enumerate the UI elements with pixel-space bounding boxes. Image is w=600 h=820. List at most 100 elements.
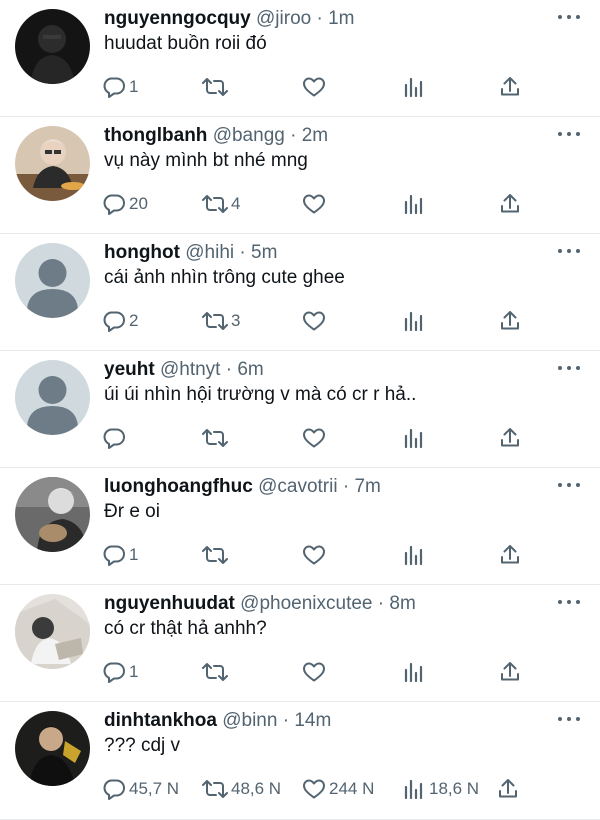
retweet-count: 4 — [231, 194, 241, 213]
avatar[interactable] — [15, 9, 90, 84]
display-name[interactable]: nguyenhuudat — [104, 593, 235, 614]
avatar[interactable] — [15, 711, 90, 786]
reply-count: 2 — [129, 311, 139, 330]
reply-button[interactable]: 1 — [102, 540, 138, 570]
reply-count: 20 — [129, 194, 148, 213]
retweet-button[interactable] — [202, 72, 231, 102]
display-name[interactable]: nguyenngocquy — [104, 8, 251, 29]
retweet-button[interactable]: 3 — [202, 306, 240, 336]
avatar[interactable] — [15, 243, 90, 318]
share-button[interactable] — [498, 72, 522, 102]
tweet[interactable]: nguyenhuudat @phoenixcutee · 8m có cr th… — [0, 585, 600, 702]
views-button[interactable] — [402, 657, 429, 687]
views-button[interactable] — [402, 72, 429, 102]
avatar[interactable] — [15, 477, 90, 552]
username[interactable]: @bangg — [213, 125, 285, 146]
reply-button[interactable]: 1 — [102, 657, 138, 687]
display-name[interactable]: luonghoangfhuc — [104, 476, 253, 497]
like-button[interactable] — [302, 423, 329, 453]
separator-dot: · — [342, 476, 350, 497]
reply-button[interactable]: 1 — [102, 72, 138, 102]
reply-count: 1 — [129, 662, 139, 681]
like-button[interactable] — [302, 306, 329, 336]
more-icon[interactable] — [558, 477, 580, 493]
retweet-button[interactable] — [202, 423, 231, 453]
display-name[interactable]: honghot — [104, 242, 180, 263]
display-name[interactable]: thonglbanh — [104, 125, 207, 146]
retweet-button[interactable] — [202, 657, 231, 687]
timestamp[interactable]: 2m — [302, 125, 328, 146]
tweet-text: có cr thật hả anhh? — [104, 618, 267, 639]
reply-button[interactable] — [102, 423, 129, 453]
display-name[interactable]: dinhtankhoa — [104, 710, 217, 731]
views-button[interactable] — [402, 423, 429, 453]
reply-button[interactable]: 20 — [102, 189, 148, 219]
tweet-header: honghot @hihi · 5m — [104, 240, 277, 266]
username[interactable]: @jiroo — [256, 8, 311, 29]
like-button[interactable] — [302, 540, 329, 570]
share-icon — [501, 77, 519, 96]
retweet-count: 48,6 N — [231, 779, 282, 798]
timestamp[interactable]: 14m — [294, 710, 331, 731]
retweet-button[interactable]: 4 — [202, 189, 240, 219]
tweet[interactable]: dinhtankhoa @binn · 14m ??? cdj v 45,7 N… — [0, 702, 600, 820]
more-icon[interactable] — [558, 9, 580, 25]
tweet[interactable]: honghot @hihi · 5m cái ảnh nhìn trông cu… — [0, 234, 600, 351]
retweet-button[interactable]: 48,6 N — [202, 774, 281, 804]
tweet-header: yeuht @htnyt · 6m — [104, 357, 264, 383]
views-button[interactable]: 18,6 N — [402, 774, 479, 804]
reply-icon — [103, 779, 125, 800]
tweet-header: thonglbanh @bangg · 2m — [104, 123, 328, 149]
more-icon[interactable] — [558, 126, 580, 142]
heart-icon — [303, 77, 325, 97]
share-button[interactable] — [498, 306, 522, 336]
more-icon[interactable] — [558, 594, 580, 610]
display-name[interactable]: yeuht — [104, 359, 155, 380]
like-button[interactable]: 244 N — [302, 774, 374, 804]
reply-button[interactable]: 2 — [102, 306, 138, 336]
tweet[interactable]: thonglbanh @bangg · 2m vụ này mình bt nh… — [0, 117, 600, 234]
views-button[interactable] — [402, 306, 429, 336]
views-button[interactable] — [402, 540, 429, 570]
reply-button[interactable]: 45,7 N — [102, 774, 179, 804]
like-button[interactable] — [302, 72, 329, 102]
timestamp[interactable]: 5m — [251, 242, 277, 263]
stats-icon — [404, 428, 423, 449]
heart-icon — [303, 194, 325, 214]
timestamp[interactable]: 7m — [354, 476, 380, 497]
tweet[interactable]: nguyenngocquy @jiroo · 1m huudat buồn ro… — [0, 0, 600, 117]
more-icon[interactable] — [558, 711, 580, 727]
share-button[interactable] — [498, 423, 522, 453]
like-button[interactable] — [302, 189, 329, 219]
share-button[interactable] — [498, 540, 522, 570]
tweet[interactable]: luonghoangfhuc @cavotrii · 7m Đr e oi 1 — [0, 468, 600, 585]
username[interactable]: @htnyt — [160, 359, 220, 380]
share-button[interactable] — [498, 189, 522, 219]
tweet-actions — [102, 423, 532, 453]
reply-count: 1 — [129, 77, 139, 96]
timestamp[interactable]: 1m — [328, 8, 354, 29]
tweet[interactable]: yeuht @htnyt · 6m úi úi nhìn hội trường … — [0, 351, 600, 468]
reply-count: 45,7 N — [129, 779, 180, 798]
username[interactable]: @hihi — [185, 242, 234, 263]
tweet-actions: 1 — [102, 657, 532, 687]
retweet-button[interactable] — [202, 540, 231, 570]
timestamp[interactable]: 8m — [389, 593, 415, 614]
heart-icon — [303, 779, 325, 799]
share-button[interactable] — [496, 774, 520, 804]
retweet-icon — [202, 663, 228, 681]
more-icon[interactable] — [558, 243, 580, 259]
views-button[interactable] — [402, 189, 429, 219]
avatar[interactable] — [15, 126, 90, 201]
username[interactable]: @binn — [222, 710, 277, 731]
avatar[interactable] — [15, 594, 90, 669]
username[interactable]: @cavotrii — [258, 476, 337, 497]
tweet-text: Đr e oi — [104, 501, 160, 522]
like-button[interactable] — [302, 657, 329, 687]
avatar[interactable] — [15, 360, 90, 435]
username[interactable]: @phoenixcutee — [240, 593, 372, 614]
more-icon[interactable] — [558, 360, 580, 376]
timestamp[interactable]: 6m — [237, 359, 263, 380]
share-button[interactable] — [498, 657, 522, 687]
tweet-header: dinhtankhoa @binn · 14m — [104, 708, 331, 734]
